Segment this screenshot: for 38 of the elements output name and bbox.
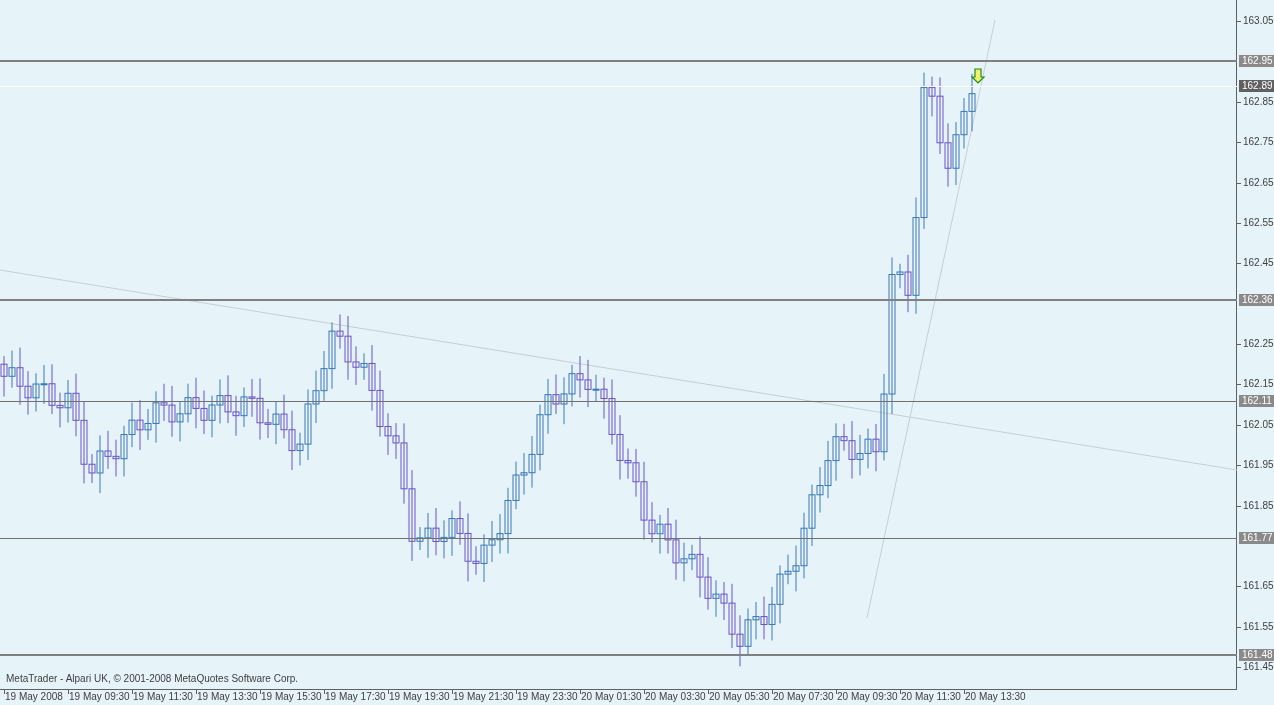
time-axis-label: 19 May 21:30 bbox=[453, 691, 514, 703]
time-axis-label: 20 May 09:30 bbox=[837, 691, 898, 703]
time-axis-label: 20 May 07:30 bbox=[773, 691, 834, 703]
price-level-label: 162.11 bbox=[1239, 395, 1274, 407]
time-axis-label: 19 May 15:30 bbox=[261, 691, 322, 703]
time-axis-label: 20 May 11:30 bbox=[901, 691, 961, 703]
time-axis-label: 20 May 03:30 bbox=[645, 691, 706, 703]
price-axis-label: 161.55 bbox=[1243, 621, 1274, 633]
price-axis-label: 161.65 bbox=[1243, 580, 1274, 592]
price-axis-label: 162.15 bbox=[1243, 378, 1274, 390]
price-axis-label: 163.05 bbox=[1243, 15, 1274, 27]
time-axis-label: 19 May 19:30 bbox=[389, 691, 450, 703]
time-axis-label: 19 May 2008 bbox=[5, 691, 63, 703]
time-axis-label: 19 May 11:30 bbox=[133, 691, 193, 703]
copyright-text: MetaTrader - Alpari UK, © 2001-2008 MetaQuotes Software Corp. bbox=[6, 673, 299, 685]
time-axis-label: 19 May 09:30 bbox=[69, 691, 130, 703]
price-axis-label: 162.75 bbox=[1243, 136, 1274, 148]
price-level-label: 161.48 bbox=[1239, 649, 1274, 661]
time-axis-label: 20 May 13:30 bbox=[965, 691, 1026, 703]
time-axis-label: 20 May 01:30 bbox=[581, 691, 642, 703]
price-axis-label: 161.45 bbox=[1243, 661, 1274, 673]
price-axis-label: 162.55 bbox=[1243, 217, 1274, 229]
price-level-label: 162.89 bbox=[1239, 80, 1274, 92]
down-arrow-icon bbox=[970, 68, 986, 84]
price-axis-label: 161.85 bbox=[1243, 500, 1274, 512]
price-axis-label: 162.45 bbox=[1243, 257, 1274, 269]
price-axis-label: 162.85 bbox=[1243, 96, 1274, 108]
price-level-label: 162.36 bbox=[1239, 294, 1274, 306]
price-axis-label: 162.65 bbox=[1243, 177, 1274, 189]
price-axis-label: 161.95 bbox=[1243, 459, 1274, 471]
time-axis-label: 19 May 23:30 bbox=[517, 691, 578, 703]
price-level-label: 162.95 bbox=[1239, 55, 1274, 67]
time-axis-label: 19 May 13:30 bbox=[197, 691, 258, 703]
time-axis-label: 20 May 05:30 bbox=[709, 691, 770, 703]
price-level-label: 161.77 bbox=[1239, 532, 1274, 544]
time-axis-label: 19 May 17:30 bbox=[325, 691, 386, 703]
price-axis-label: 162.25 bbox=[1243, 338, 1274, 350]
price-axis-label: 162.05 bbox=[1243, 419, 1274, 431]
